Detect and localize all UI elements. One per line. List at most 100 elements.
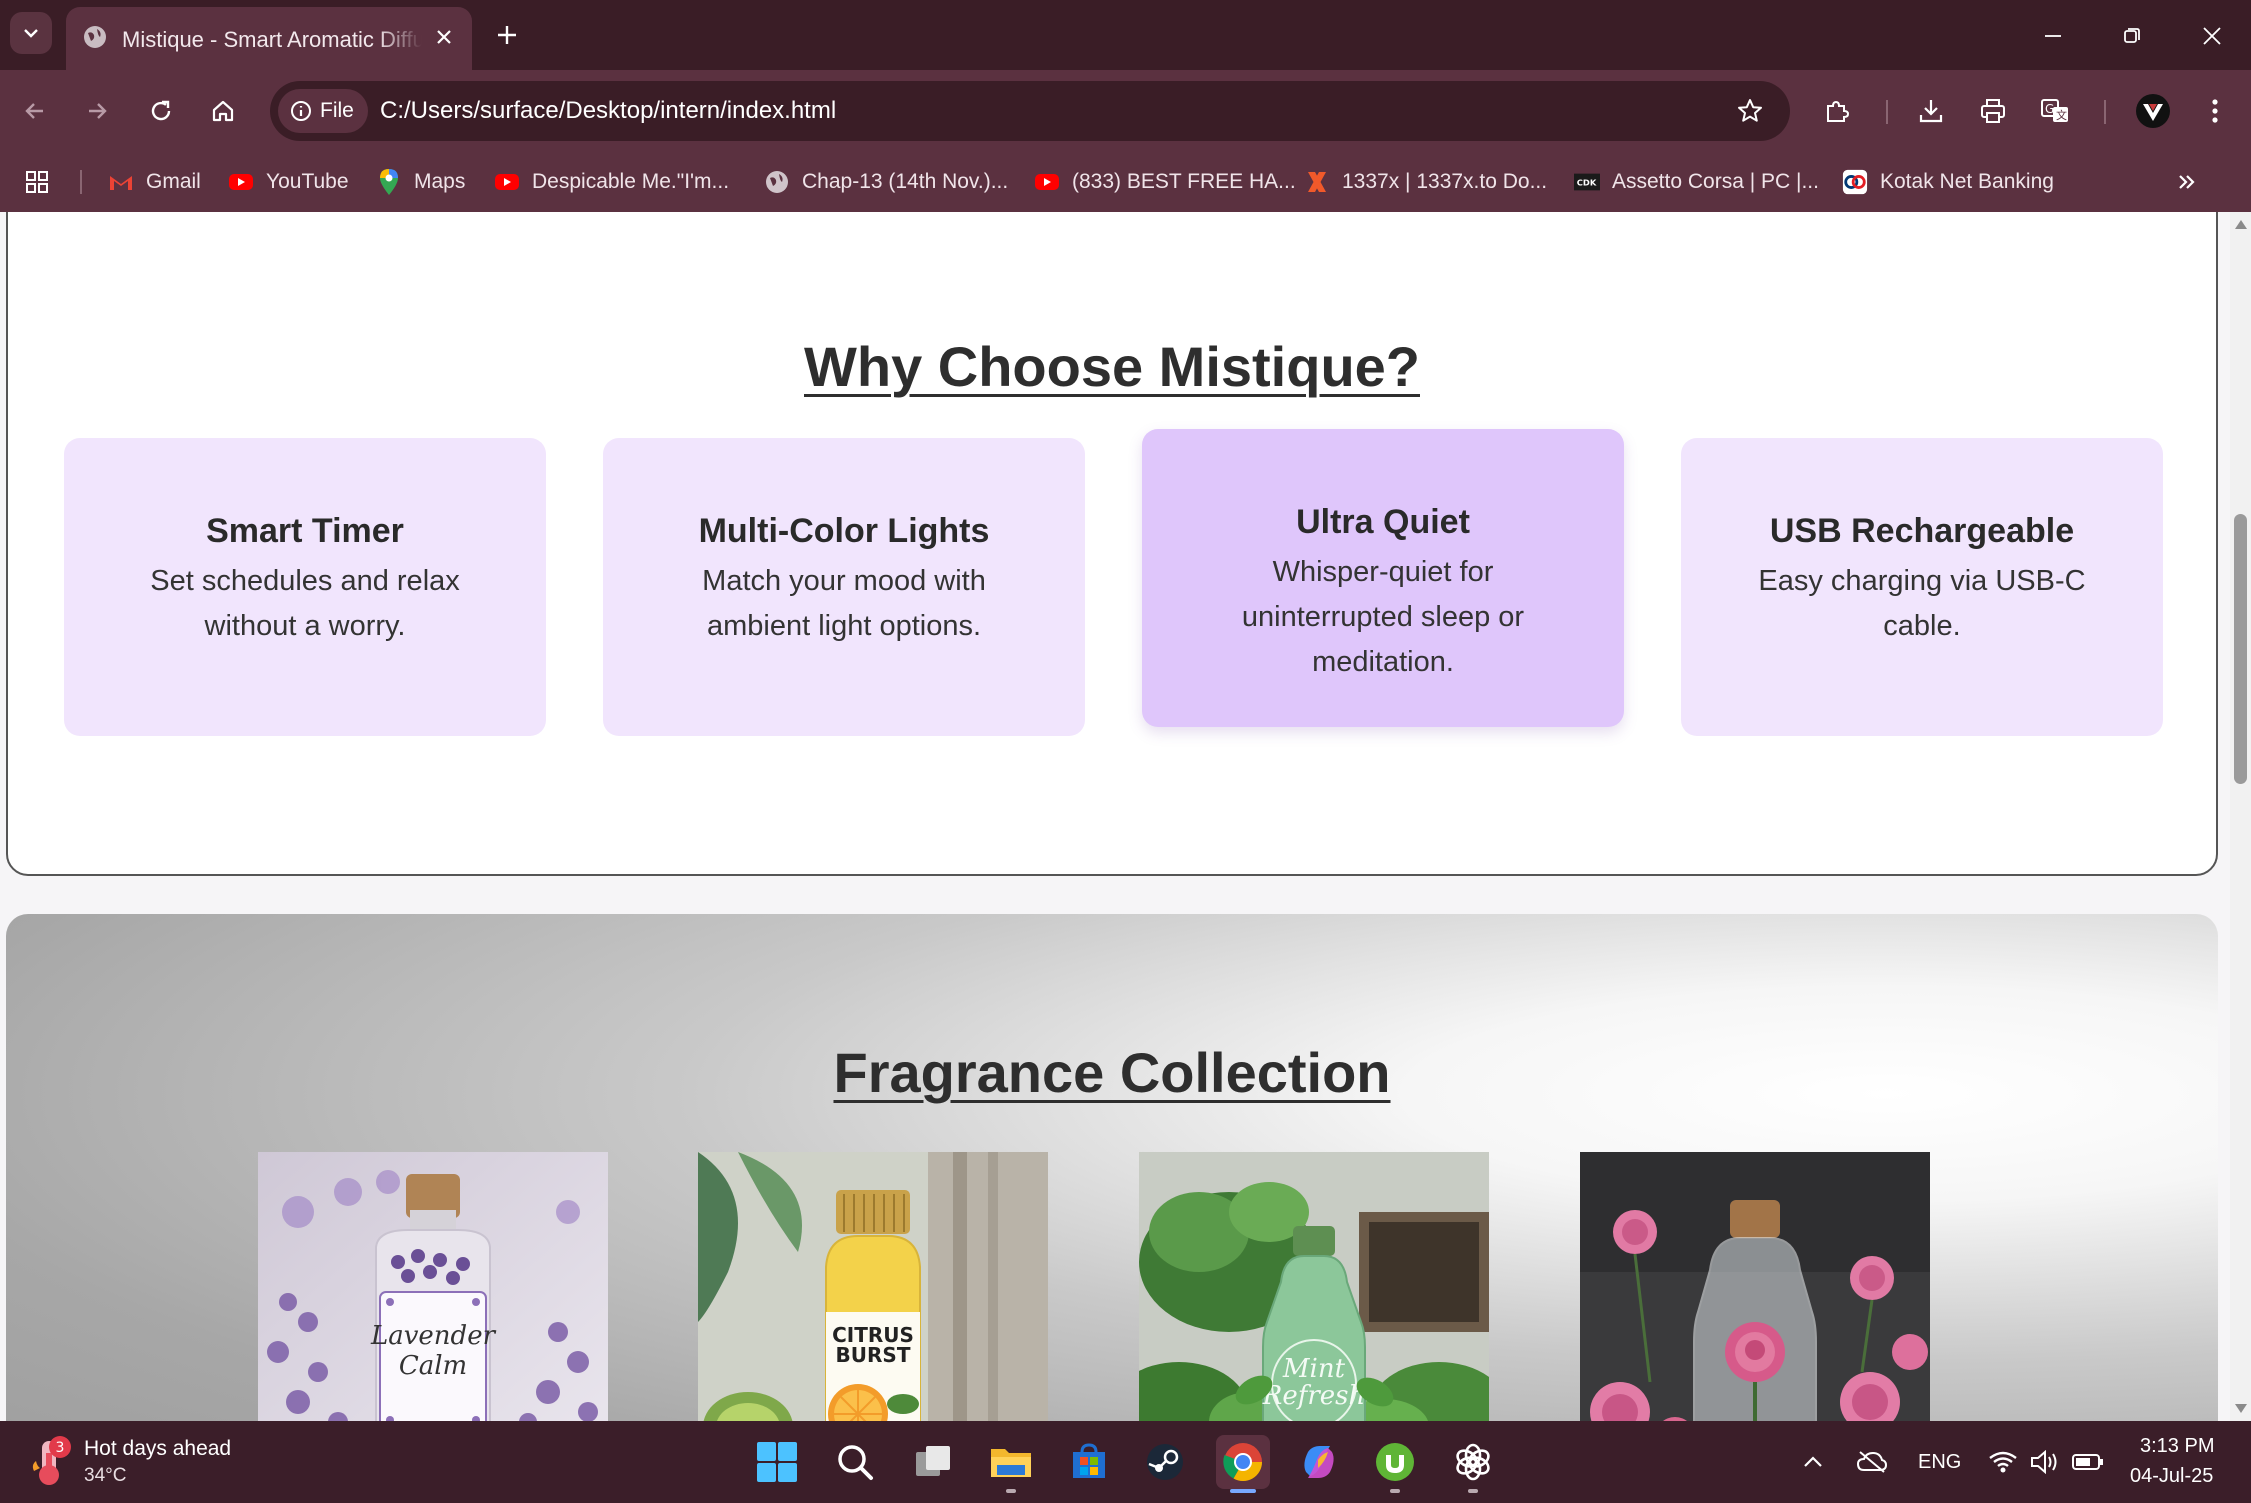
downloads-button[interactable] — [1910, 90, 1952, 132]
search-taskbar-button[interactable] — [828, 1435, 882, 1489]
steam-button[interactable] — [1138, 1435, 1192, 1489]
thermometer-icon: 3 — [32, 1436, 71, 1485]
tab-close-button[interactable] — [428, 21, 460, 53]
tab-active[interactable]: Mistique - Smart Aromatic Diffuser — [66, 7, 472, 70]
speaker-icon — [2031, 1450, 2057, 1474]
battery-icon — [2072, 1454, 2103, 1470]
network-button[interactable] — [1988, 1447, 2018, 1477]
profile-button[interactable] — [2132, 90, 2174, 132]
bookmark-kotak[interactable]: Kotak Net Banking — [1842, 166, 2054, 198]
toolbar-divider — [2104, 100, 2106, 124]
youtube-icon — [1034, 169, 1060, 195]
toolbar-divider — [1886, 100, 1888, 124]
store-button[interactable] — [1062, 1435, 1116, 1489]
product-image-lavender-calm[interactable]: Lavender Calm — [258, 1152, 608, 1421]
utorrent-button[interactable] — [1368, 1435, 1422, 1493]
translate-icon: G文 — [2041, 99, 2068, 122]
bottle-label-line2: Refresh — [1262, 1381, 1366, 1411]
close-window-button[interactable] — [2192, 16, 2232, 56]
youtube-icon — [228, 169, 254, 195]
scroll-up-arrow-icon[interactable] — [2235, 220, 2247, 229]
battery-button[interactable] — [2072, 1447, 2104, 1477]
svg-text:CDK: CDK — [1577, 178, 1597, 188]
back-button[interactable] — [14, 90, 56, 132]
reload-button[interactable] — [140, 90, 182, 132]
copilot-button[interactable] — [1292, 1435, 1346, 1489]
language-indicator[interactable]: ENG — [1918, 1447, 1961, 1477]
bookmark-maps[interactable]: Maps — [376, 166, 465, 198]
bookmark-star-button[interactable] — [1732, 93, 1768, 129]
reload-icon — [151, 100, 171, 121]
new-tab-button[interactable] — [490, 18, 524, 52]
bookmark-label: (833) BEST FREE HA... — [1072, 170, 1296, 193]
minimize-button[interactable] — [2033, 16, 2073, 56]
apps-button[interactable] — [24, 166, 50, 198]
more-vertical-icon — [2212, 99, 2218, 123]
feature-card-usb-rechargeable[interactable]: USB Rechargeable Easy charging via USB-C… — [1681, 438, 2163, 736]
show-hidden-icons-button[interactable] — [1802, 1447, 1824, 1477]
volume-button[interactable] — [2030, 1447, 2060, 1477]
feature-card-multi-color-lights[interactable]: Multi-Color Lights Match your mood with … — [603, 438, 1085, 736]
feature-card-smart-timer[interactable]: Smart Timer Set schedules and relax with… — [64, 438, 546, 736]
arrow-right-icon — [89, 103, 107, 119]
home-button[interactable] — [202, 90, 244, 132]
chrome-button[interactable] — [1216, 1435, 1270, 1493]
bookmark-despicable-me[interactable]: Despicable Me."I'm... — [494, 166, 729, 198]
tab-search-button[interactable] — [10, 12, 52, 54]
chevron-double-right-icon — [2179, 175, 2195, 189]
bookmark-chap-13[interactable]: Chap-13 (14th Nov.)... — [764, 166, 1008, 198]
chevron-up-icon — [1804, 1456, 1822, 1467]
extensions-button[interactable] — [1816, 90, 1858, 132]
clock-time[interactable]: 3:13 PM — [2140, 1435, 2214, 1458]
product-image-mint-refresh[interactable]: Mint Refresh — [1139, 1152, 1489, 1421]
weather-widget[interactable]: 3 — [28, 1435, 74, 1487]
menu-button[interactable] — [2194, 90, 2236, 132]
address-bar[interactable]: File C:/Users/surface/Desktop/intern/ind… — [270, 81, 1790, 141]
feature-text: Whisper-quiet for uninterrupted sleep or… — [1241, 556, 1525, 678]
maps-icon — [376, 169, 402, 195]
product-image-citrus-burst[interactable]: CITRUS BURST — [698, 1152, 1048, 1421]
feature-text: Match your mood with ambient light optio… — [702, 565, 986, 642]
task-view-button[interactable] — [906, 1435, 960, 1489]
fragrance-collection-section: Fragrance Collection Lavender Calm CITRU… — [6, 914, 2218, 1421]
scroll-down-arrow-icon[interactable] — [2235, 1404, 2247, 1413]
chatgpt-button[interactable] — [1446, 1435, 1500, 1493]
feature-card-ultra-quiet[interactable]: Ultra Quiet Whisper-quiet for uninterrup… — [1142, 429, 1624, 727]
close-icon — [2203, 27, 2221, 45]
clock-date[interactable]: 04-Jul-25 — [2130, 1465, 2213, 1488]
bookmark-label: Gmail — [146, 170, 201, 193]
scroll-thumb[interactable] — [2234, 514, 2247, 784]
avatar-icon — [2136, 94, 2170, 128]
forward-button[interactable] — [76, 90, 118, 132]
tab-bar: Mistique - Smart Aromatic Diffuser — [0, 0, 2251, 70]
bookmark-1337x[interactable]: 1337x | 1337x.to Do... — [1304, 166, 1547, 198]
bookmark-best-free[interactable]: (833) BEST FREE HA... — [1034, 166, 1296, 198]
restore-button[interactable] — [2112, 16, 2152, 56]
puzzle-icon — [1827, 100, 1850, 122]
bookmark-youtube[interactable]: YouTube — [228, 166, 349, 198]
product-image-rose[interactable] — [1580, 1152, 1930, 1421]
bookmark-label: Maps — [414, 170, 466, 193]
feature-title: USB Rechargeable — [1769, 512, 2075, 550]
site-info-chip[interactable]: File — [278, 89, 368, 133]
url-text[interactable]: C:/Users/surface/Desktop/intern/index.ht… — [380, 97, 836, 125]
bookmark-gmail[interactable]: Gmail — [108, 166, 201, 198]
file-explorer-button[interactable] — [984, 1435, 1038, 1493]
page-scrollbar[interactable] — [2230, 212, 2251, 1421]
bookmark-label: Assetto Corsa | PC |... — [1612, 170, 1819, 193]
x-icon — [1304, 169, 1330, 195]
more-bookmarks-button[interactable] — [2176, 166, 2198, 198]
store-icon — [1073, 1443, 1105, 1478]
plus-icon — [498, 26, 516, 44]
print-button[interactable] — [1972, 90, 2014, 132]
apps-grid-icon — [26, 171, 48, 193]
windows-icon — [757, 1442, 797, 1482]
start-button[interactable] — [750, 1435, 804, 1489]
rose-flower — [1725, 1322, 1785, 1382]
tab-title: Mistique - Smart Aromatic Diffuser — [122, 27, 422, 52]
translate-button[interactable]: G文 — [2034, 90, 2076, 132]
bookmark-assetto-corsa[interactable]: CDK Assetto Corsa | PC |... — [1574, 166, 1819, 198]
onedrive-button[interactable] — [1856, 1447, 1888, 1477]
feature-text: Easy charging via USB-C cable. — [1758, 565, 2086, 642]
cdk-icon: CDK — [1574, 169, 1600, 195]
